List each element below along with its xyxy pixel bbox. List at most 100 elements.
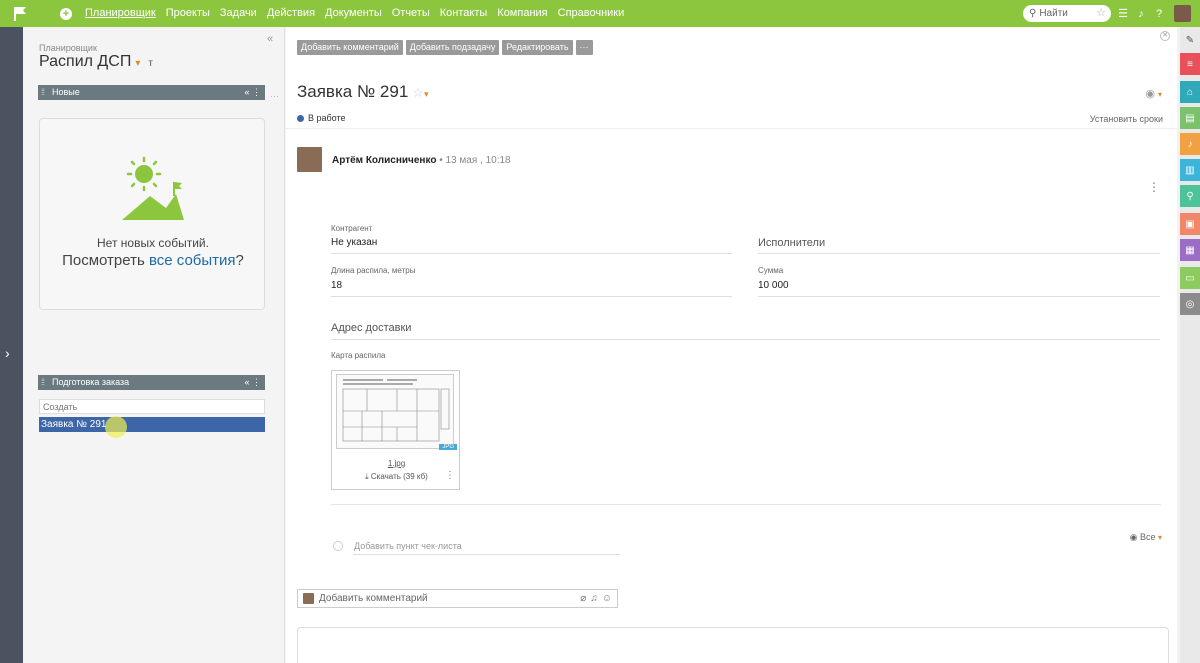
- help-icon[interactable]: ?: [1153, 8, 1165, 20]
- status-badge[interactable]: В работе: [297, 113, 346, 123]
- bell-icon[interactable]: ♪: [1135, 8, 1147, 20]
- chart-icon[interactable]: ▦: [1180, 239, 1200, 261]
- group-actions-icon[interactable]: « ⋮: [244, 85, 261, 100]
- nav-planner[interactable]: Планировщик: [80, 0, 161, 27]
- cut-plan-image: [342, 379, 450, 442]
- task-detail: Добавить комментарий Добавить подзадачу …: [286, 27, 1177, 663]
- kebab-menu-icon[interactable]: ⋮: [1148, 180, 1160, 194]
- add-comment-button[interactable]: Добавить комментарий: [297, 40, 403, 55]
- chevron-down-icon: ▾: [1157, 90, 1162, 99]
- search-icon[interactable]: ⚲: [1180, 185, 1200, 207]
- create-task-input[interactable]: [39, 399, 265, 414]
- attachment-filename[interactable]: 1.jpg: [332, 459, 461, 468]
- app-logo[interactable]: [0, 0, 40, 27]
- plus-icon[interactable]: +: [60, 7, 72, 20]
- group-header-new[interactable]: ⁞⁞ Новые « ⋮: [38, 85, 265, 100]
- search-placeholder: Найти: [1039, 8, 1068, 19]
- counterparty-value[interactable]: Не указан: [331, 237, 377, 248]
- view-filter-dropdown[interactable]: ◉ Все ▾: [1130, 532, 1162, 543]
- chevron-right-icon[interactable]: ›: [5, 345, 17, 361]
- nav-directories[interactable]: Справочники: [553, 0, 630, 27]
- chat-icon[interactable]: ▭: [1180, 267, 1200, 289]
- planner-subtitle: Планировщик: [39, 43, 97, 53]
- address-heading[interactable]: Адрес доставки: [331, 322, 411, 334]
- author-name[interactable]: Артём Колисниченко: [332, 155, 436, 166]
- close-icon[interactable]: ✕: [1160, 31, 1170, 41]
- star-icon[interactable]: ☆: [412, 85, 424, 100]
- mountain-sun-icon: [122, 156, 184, 220]
- counterparty-label: Контрагент: [331, 224, 373, 233]
- comment-actions: ⌀ ♫ ☺: [580, 593, 612, 604]
- edit-button[interactable]: Редактировать: [502, 40, 573, 55]
- add-subtask-button[interactable]: Добавить подзадачу: [405, 40, 500, 55]
- download-link[interactable]: ⤓ Скачать (39 кб): [332, 472, 461, 482]
- status-dot-icon: [297, 114, 304, 122]
- grip-icon[interactable]: ⁞⁞: [41, 85, 45, 100]
- comment-input[interactable]: Добавить комментарий ⌀ ♫ ☺: [297, 589, 618, 608]
- grip-icon[interactable]: ⁞⁞: [41, 375, 45, 390]
- empty-events-card: Нет новых событий. Посмотреть все событи…: [39, 118, 265, 310]
- activity-icon[interactable]: ◎: [1180, 293, 1200, 315]
- status-label: В работе: [308, 113, 346, 123]
- chevron-down-icon[interactable]: ▾: [424, 89, 429, 99]
- file-type-badge: JPG: [439, 444, 457, 450]
- divider: [331, 296, 732, 297]
- nav-company[interactable]: Компания: [492, 0, 552, 27]
- nav-tasks[interactable]: Задачи: [215, 0, 262, 27]
- attachment-menu-icon[interactable]: ⋮: [445, 470, 455, 481]
- nav-documents[interactable]: Документы: [320, 0, 387, 27]
- group-header-order-prep[interactable]: ⁞⁞ Подготовка заказа « ⋮: [38, 375, 265, 390]
- divider: [286, 128, 1177, 129]
- search-input[interactable]: ⚲ Найти ☆: [1023, 5, 1111, 22]
- paperclip-icon[interactable]: ⌀: [580, 593, 586, 604]
- checkbox-circle-icon: [333, 541, 343, 551]
- clipboard-icon[interactable]: ▥: [1180, 159, 1200, 181]
- attachment-thumbnail[interactable]: [336, 374, 454, 449]
- more-button[interactable]: ···: [575, 40, 593, 55]
- nav-contacts[interactable]: Контакты: [435, 0, 493, 27]
- resize-handle-icon[interactable]: ⋯: [270, 91, 279, 102]
- nav-reports[interactable]: Отчеты: [387, 0, 435, 27]
- watch-toggle[interactable]: ◉ ▾: [1145, 87, 1162, 100]
- documents-icon[interactable]: ▤: [1180, 107, 1200, 129]
- bell-icon[interactable]: ♪: [1180, 133, 1200, 155]
- sum-value[interactable]: 10 000: [758, 280, 789, 291]
- nav-actions[interactable]: Действия: [262, 0, 320, 27]
- topbar-icons: ☰ ♪ ?: [1117, 0, 1191, 27]
- list-icon[interactable]: ≡: [1180, 53, 1200, 75]
- planner-title[interactable]: Распил ДСП ▾ т: [39, 53, 153, 71]
- set-deadlines-link[interactable]: Установить сроки: [1090, 114, 1163, 124]
- divider: [331, 504, 1161, 505]
- author-avatar[interactable]: [297, 147, 322, 172]
- collapse-icon[interactable]: «: [267, 33, 273, 45]
- menu-icon[interactable]: ☰: [1117, 8, 1129, 20]
- eye-icon: ◉: [1145, 88, 1155, 100]
- chevron-down-icon[interactable]: ▾: [135, 58, 140, 69]
- divider: [758, 296, 1160, 297]
- search-icon: ⚲: [1029, 8, 1037, 19]
- task-card[interactable]: Заявка № 291: [39, 417, 265, 432]
- notes-icon[interactable]: ✎: [1180, 29, 1200, 51]
- star-icon[interactable]: ☆: [1096, 6, 1106, 19]
- sum-label: Сумма: [758, 266, 784, 275]
- hierarchy-icon[interactable]: ⌂: [1180, 81, 1200, 103]
- contact-card-icon[interactable]: ▣: [1180, 213, 1200, 235]
- emoji-icon[interactable]: ☺: [602, 593, 612, 604]
- nav-projects[interactable]: Проекты: [161, 0, 215, 27]
- group-title: Подготовка заказа: [52, 377, 130, 387]
- attachment-card[interactable]: JPG 1.jpg ⤓ Скачать (39 кб) ⋮: [331, 370, 460, 490]
- divider: [331, 253, 732, 254]
- checklist-placeholder: Добавить пункт чек-листа: [354, 541, 462, 551]
- left-strip: ›: [0, 27, 23, 663]
- add-checklist-item[interactable]: Добавить пункт чек-листа: [333, 541, 462, 551]
- executors-heading[interactable]: Исполнители: [758, 237, 825, 249]
- post-date: 13 мая , 10:18: [445, 155, 511, 166]
- comment-editor-area[interactable]: [297, 627, 1169, 663]
- user-avatar[interactable]: [1174, 5, 1191, 22]
- download-label: Скачать (39 кб): [370, 472, 428, 481]
- all-events-link[interactable]: все события: [149, 252, 236, 269]
- cut-map-label: Карта распила: [331, 351, 386, 360]
- group-actions-icon[interactable]: « ⋮: [244, 375, 261, 390]
- length-value[interactable]: 18: [331, 280, 342, 291]
- bell-icon[interactable]: ♫: [590, 593, 598, 604]
